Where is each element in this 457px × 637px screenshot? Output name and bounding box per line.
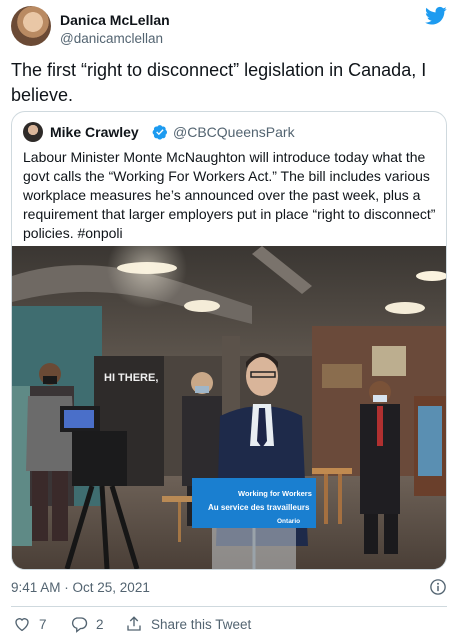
quoted-text: Labour Minister Monte McNaughton will in… [23,149,436,241]
podium-logo: Ontario [277,518,300,525]
verified-badge-icon [152,125,167,140]
divider [11,606,447,607]
reply-count: 2 [96,616,104,632]
share-upload-icon [127,616,141,631]
like-count: 7 [39,616,47,632]
author-name[interactable]: Danica McLellan [60,12,170,28]
podium-line-1: Working for Workers [238,489,312,498]
quoted-avatar [23,122,43,142]
like-button[interactable]: 7 [13,614,47,634]
banner-text: HI THERE, [104,372,158,384]
tweet-timestamp[interactable]: 9:41 AM · Oct 25, 2021 [11,580,150,595]
tweet-actions: 7 2 Share this Tweet [11,614,447,634]
tweet-text: The first “right to disconnect” legislat… [11,60,427,105]
heart-icon [15,618,29,632]
reply-button[interactable]: 2 [70,614,104,634]
quoted-author-handle: @CBCQueensPark [173,124,295,140]
info-icon[interactable] [429,578,447,596]
quoted-author-name: Mike Crawley [50,124,139,140]
share-button[interactable]: Share this Tweet [125,614,251,634]
quoted-header: Mike Crawley @CBCQueensPark [23,122,433,142]
quoted-tweet[interactable]: Mike Crawley @CBCQueensPark Labour Minis… [11,111,447,570]
reply-bubble-icon [71,617,88,633]
quoted-photo[interactable]: HI THERE, Working for Workers Au service… [12,246,446,569]
press-conference-photo: HI THERE, Working for Workers Au service… [12,246,446,569]
author-handle[interactable]: @danicamclellan [60,31,163,46]
avatar[interactable] [11,6,51,46]
share-label: Share this Tweet [151,616,252,632]
tweet-header: Danica McLellan @danicamclellan [11,6,447,48]
twitter-bird-icon[interactable] [425,6,447,26]
podium-line-2: Au service des travailleurs [208,503,310,512]
